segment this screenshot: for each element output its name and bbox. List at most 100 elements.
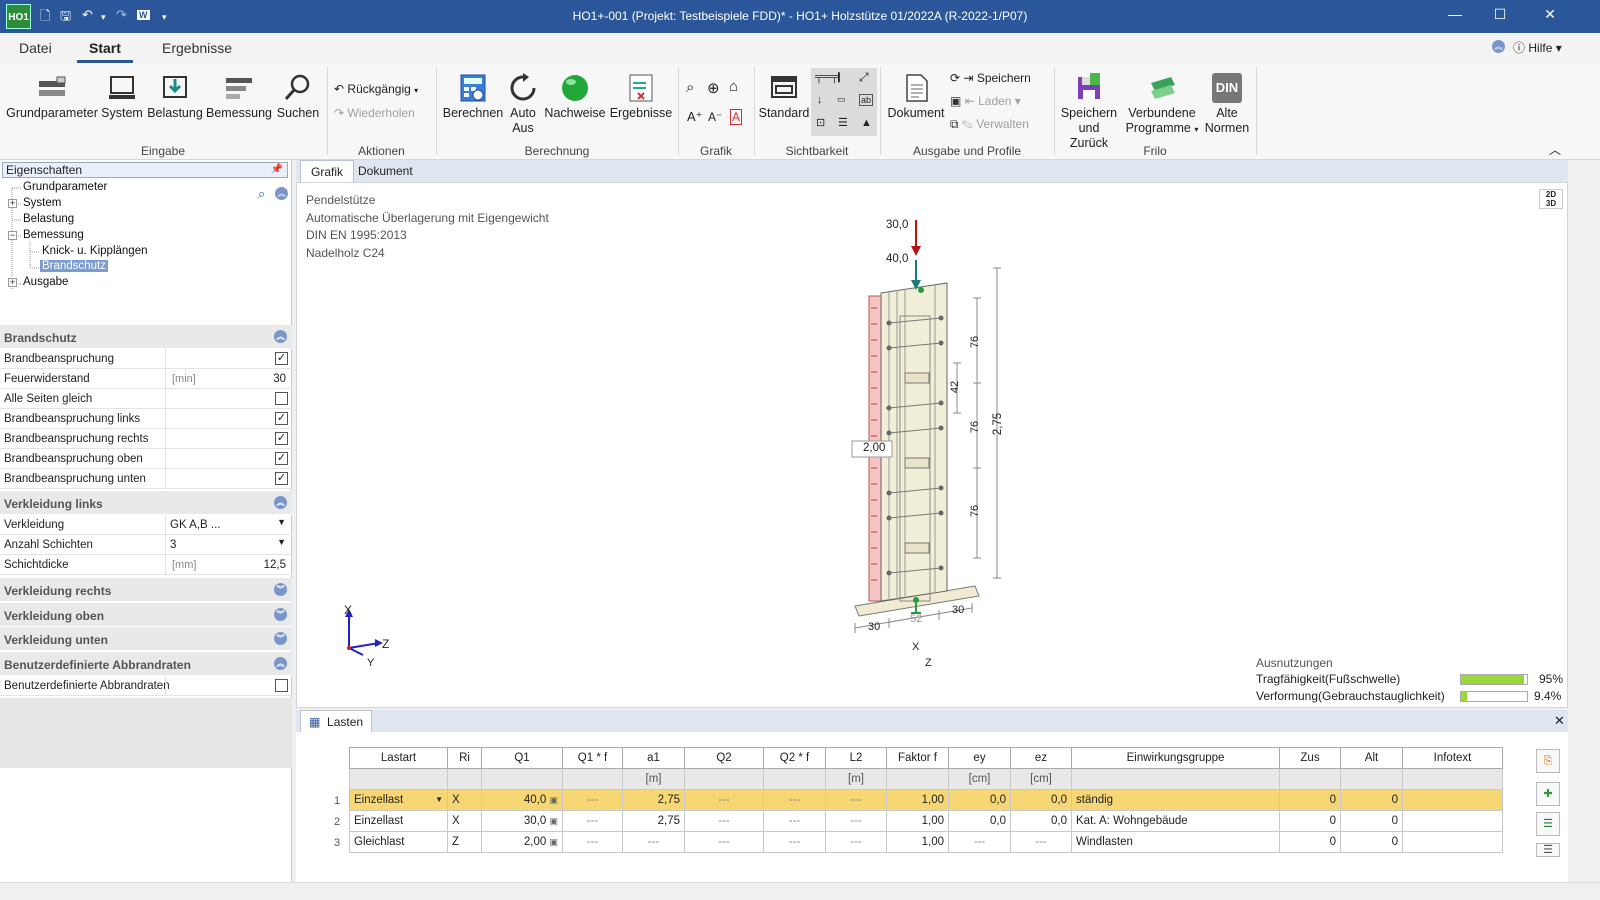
ey-cell[interactable]: --- bbox=[948, 831, 1011, 853]
q1f-cell[interactable]: --- bbox=[562, 789, 623, 811]
redo-button[interactable]: ↷ Wiederholen bbox=[334, 106, 415, 120]
calc-icon[interactable]: ▣ bbox=[549, 816, 558, 826]
alt-cell[interactable]: 0 bbox=[1340, 789, 1403, 811]
zus-cell[interactable]: 0 bbox=[1279, 810, 1341, 832]
table-row[interactable]: Einzellast X 30,0 ▣ --- 2,75 --- --- ---… bbox=[349, 810, 1503, 832]
import-loads-icon[interactable]: ⎘ bbox=[1536, 749, 1560, 773]
a1-cell[interactable]: --- bbox=[622, 831, 685, 853]
load-visibility-icon[interactable]: ↓ bbox=[817, 94, 823, 106]
zus-cell[interactable]: 0 bbox=[1279, 831, 1341, 853]
q1f-cell[interactable]: --- bbox=[562, 831, 623, 853]
insert-row-icon[interactable]: ☰ bbox=[1536, 812, 1560, 836]
einwirkungsgruppe-cell[interactable]: ständig bbox=[1071, 789, 1280, 811]
font-decrease-icon[interactable]: A⁻ bbox=[708, 110, 722, 124]
lastart-cell[interactable]: Einzellast bbox=[349, 810, 448, 832]
collapse-tree-icon[interactable]: ︽ bbox=[275, 187, 288, 200]
infotext-cell[interactable] bbox=[1402, 831, 1503, 853]
standard-button[interactable]: Standard bbox=[758, 73, 810, 121]
speichern-zurueck-button[interactable]: Speichern und Zurück bbox=[1058, 73, 1120, 151]
tab-lasten[interactable]: ▦ Lasten bbox=[300, 710, 373, 732]
label-visibility-icon[interactable]: ab bbox=[859, 94, 874, 106]
suchen-button[interactable]: Suchen bbox=[274, 73, 322, 121]
alte-normen-button[interactable]: DIN Alte Normen bbox=[1204, 73, 1250, 136]
col-header[interactable]: Ri bbox=[447, 747, 482, 769]
einwirkungsgruppe-cell[interactable]: Windlasten bbox=[1071, 831, 1280, 853]
col-header[interactable]: Faktor f bbox=[886, 747, 949, 769]
verbundene-programme-button[interactable]: Verbundene Programme ▾ bbox=[1122, 73, 1202, 137]
dokument-button[interactable]: Dokument bbox=[886, 73, 946, 121]
dropdown-arrow-icon[interactable]: ▼ bbox=[277, 537, 286, 547]
tree-expand-icon[interactable]: + bbox=[8, 278, 17, 287]
pin-icon[interactable]: 📌 bbox=[271, 163, 283, 177]
help-button[interactable]: ⓘ Hilfe ▾ bbox=[1513, 39, 1562, 56]
nachweise-button[interactable]: Nachweise bbox=[543, 73, 607, 121]
q1f-cell[interactable]: --- bbox=[562, 810, 623, 832]
dropdown-arrow-icon[interactable]: ▼ bbox=[277, 517, 286, 527]
ey-cell[interactable]: 0,0 bbox=[948, 789, 1011, 811]
feuerwiderstand-input[interactable]: 30 bbox=[273, 373, 286, 385]
calc-icon[interactable]: ▣ bbox=[549, 795, 558, 805]
tab-datei[interactable]: Datei bbox=[19, 40, 52, 56]
anzahl-select[interactable]: 3 bbox=[170, 539, 176, 551]
col-header[interactable]: Zus bbox=[1279, 747, 1341, 769]
triangle-visibility-icon[interactable]: ▲ bbox=[861, 117, 872, 129]
beam-visibility-icon[interactable]: ⊡ bbox=[816, 116, 825, 129]
brand-links-checkbox[interactable]: ✓ bbox=[275, 412, 288, 425]
col-header[interactable]: Q1 bbox=[481, 747, 563, 769]
brand-rechts-checkbox[interactable]: ✓ bbox=[275, 432, 288, 445]
tab-start[interactable]: Start bbox=[77, 40, 133, 63]
zoom-icon[interactable]: ⌕ bbox=[686, 79, 694, 96]
profile-laden-button[interactable]: ▣ ⇤ Laden ▾ bbox=[950, 94, 1021, 108]
a1-cell[interactable]: 2,75 bbox=[622, 789, 685, 811]
section-verkleidung-unten[interactable]: Verkleidung unten ︾ bbox=[0, 627, 292, 651]
collapse-ribbon-icon[interactable]: ︿ bbox=[1549, 141, 1561, 158]
profile-speichern-button[interactable]: ⟳ ⇥ Speichern bbox=[950, 71, 1031, 85]
section-verkleidung-oben[interactable]: Verkleidung oben ︾ bbox=[0, 603, 292, 627]
grundparameter-button[interactable]: Grundparameter bbox=[6, 73, 98, 121]
faktor-cell[interactable]: 1,00 bbox=[886, 810, 949, 832]
section-verkleidung-rechts[interactable]: Verkleidung rechts ︾ bbox=[0, 578, 292, 602]
q2f-cell[interactable]: --- bbox=[763, 789, 826, 811]
auto-aus-button[interactable]: Auto Aus bbox=[506, 73, 540, 136]
support-visibility-icon[interactable]: ╤═╤ bbox=[815, 71, 838, 83]
add-row-icon[interactable]: ✚ bbox=[1536, 782, 1560, 806]
ri-cell[interactable]: X bbox=[447, 810, 482, 832]
l2-cell[interactable]: --- bbox=[825, 810, 887, 832]
tab-dokument[interactable]: Dokument bbox=[348, 160, 423, 182]
col-header[interactable]: Einwirkungsgruppe bbox=[1071, 747, 1280, 769]
col-header[interactable]: L2 bbox=[825, 747, 887, 769]
close-panel-icon[interactable]: ✕ bbox=[1554, 713, 1565, 729]
section-verkleidung-links[interactable]: Verkleidung links ︽ bbox=[0, 491, 292, 515]
ri-cell[interactable]: Z bbox=[447, 831, 482, 853]
close-window-icon[interactable]: ✕ bbox=[1535, 6, 1565, 23]
lastart-cell[interactable]: Gleichlast bbox=[349, 831, 448, 853]
q2f-cell[interactable]: --- bbox=[763, 810, 826, 832]
axis-visibility-icon[interactable]: ⤢ bbox=[859, 70, 869, 85]
a1-cell[interactable]: 2,75 bbox=[622, 810, 685, 832]
tree-item-belastung[interactable]: Belastung bbox=[23, 213, 74, 225]
col-header[interactable]: Q2 bbox=[684, 747, 764, 769]
infotext-cell[interactable] bbox=[1402, 789, 1503, 811]
table-row[interactable]: Einzellast ▼ X 40,0 ▣ --- 2,75 --- --- --… bbox=[349, 789, 1503, 811]
zoom-window-icon[interactable]: ⊕ bbox=[707, 79, 720, 97]
font-increase-icon[interactable]: A⁺ bbox=[687, 109, 703, 125]
q1-cell[interactable]: 30,0 ▣ bbox=[481, 810, 563, 832]
profile-verwalten-button[interactable]: ⧉ ✎ Verwalten bbox=[950, 117, 1029, 132]
tree-item-system[interactable]: System bbox=[23, 197, 61, 209]
l2-cell[interactable]: --- bbox=[825, 789, 887, 811]
graphic-canvas[interactable]: Pendelstütze Automatische Überlagerung m… bbox=[296, 182, 1568, 708]
verkleidung-select[interactable]: GK A,B ... bbox=[170, 519, 221, 531]
table-row[interactable]: Gleichlast Z 2,00 ▣ --- --- --- --- --- … bbox=[349, 831, 1503, 853]
q1-cell[interactable]: 40,0 ▣ bbox=[481, 789, 563, 811]
tab-grafik[interactable]: Grafik bbox=[300, 160, 355, 182]
tab-ergebnisse[interactable]: Ergebnisse bbox=[162, 40, 232, 56]
tree-item-ausgabe[interactable]: Ausgabe bbox=[23, 276, 68, 288]
dimension-visibility-icon[interactable]: Ⅰ bbox=[837, 70, 841, 86]
alle-seiten-checkbox[interactable] bbox=[275, 392, 288, 405]
search-icon[interactable]: ⌕ bbox=[258, 186, 265, 202]
col-header[interactable]: Q1 * f bbox=[562, 747, 623, 769]
section-brandschutz[interactable]: Brandschutz ︽ bbox=[0, 325, 292, 349]
ey-cell[interactable]: 0,0 bbox=[948, 810, 1011, 832]
belastung-button[interactable]: Belastung bbox=[146, 73, 204, 121]
dropdown-arrow-icon[interactable]: ▼ bbox=[435, 795, 443, 804]
